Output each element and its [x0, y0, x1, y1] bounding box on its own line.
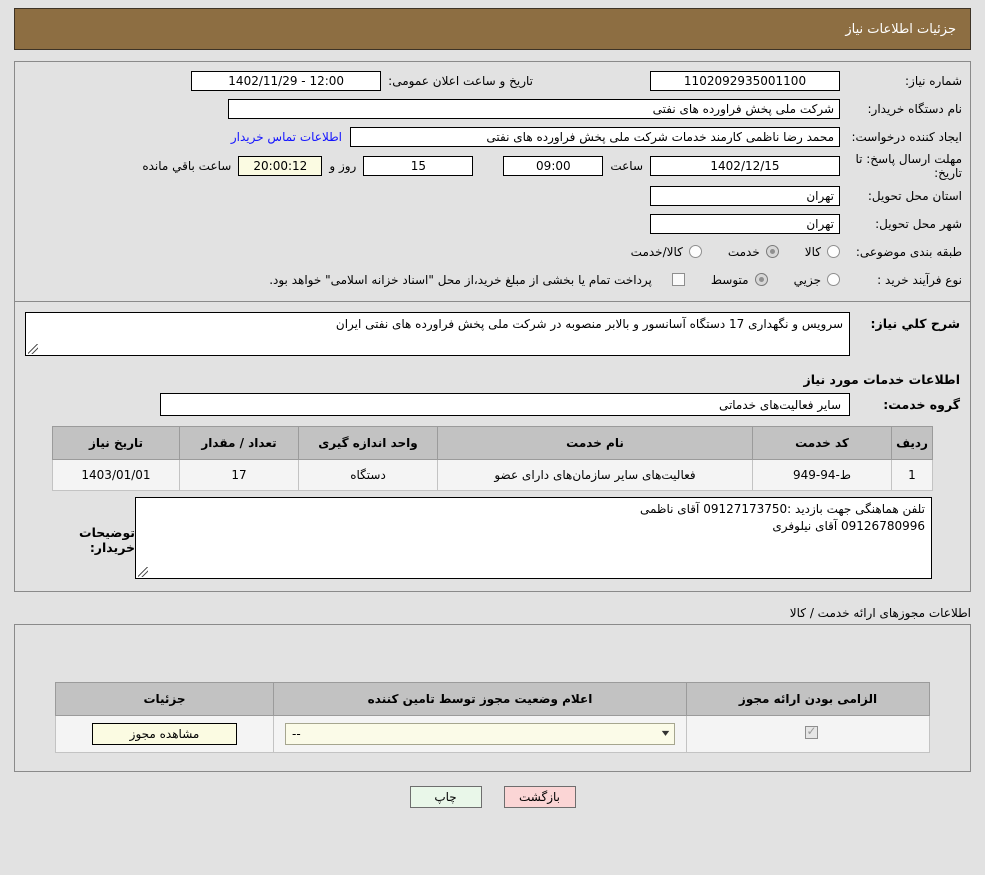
- table-row: 1 ط-94-949 فعالیت‌های سایر سازمان‌های دا…: [52, 459, 933, 491]
- permits-section-title: اطلاعات مجوزهای ارائه خدمت / کالا: [789, 606, 971, 620]
- cell-need-date: 1403/01/01: [52, 459, 180, 491]
- services-section-title: اطلاعات خدمات مورد نیاز: [803, 372, 961, 387]
- countdown-label: ساعت باقي مانده: [142, 159, 232, 173]
- col-row-no: ردیف: [891, 426, 933, 460]
- service-group-field[interactable]: سایر فعالیت‌های خدماتی: [160, 393, 850, 416]
- permit-status-select[interactable]: ▾ --: [285, 723, 675, 745]
- buyer-notes-row: توضیحات خریدار: تلفن هماهنگی جهت بازدید …: [25, 497, 960, 579]
- col-service-name: نام خدمت: [437, 426, 753, 460]
- need-info-panel: شماره نیاز: 1102092935001100 تاریخ و ساع…: [14, 61, 971, 302]
- cell-unit: دستگاه: [298, 459, 438, 491]
- items-table-header-row: ردیف کد خدمت نام خدمت واحد اندازه گیری ت…: [52, 426, 933, 460]
- col-permit-required: الزامی بودن ارائه مجوز: [686, 682, 930, 716]
- subject-category-radio-group: کالا خدمت کالا/خدمت: [605, 245, 840, 259]
- request-creator-field[interactable]: محمد رضا ناظمی کارمند خدمات شرکت ملی پخش…: [350, 126, 840, 147]
- radio-label-motevaset: متوسط: [710, 272, 749, 287]
- permits-panel: الزامی بودن ارائه مجوز اعلام وضعیت مجوز …: [14, 624, 971, 772]
- deadline-time-field[interactable]: 09:00: [503, 156, 604, 176]
- delivery-city-field[interactable]: تهران: [650, 213, 840, 234]
- remaining-days-field: 15: [363, 156, 474, 176]
- buyer-org-label: نام دستگاه خریدار:: [867, 101, 963, 116]
- permits-table-row: ▾ -- مشاهده مجوز: [55, 715, 930, 753]
- view-permit-button[interactable]: مشاهده مجوز: [92, 723, 237, 745]
- request-creator-label: ایجاد کننده درخواست:: [851, 129, 962, 144]
- col-permit-status: اعلام وضعیت مجوز توسط تامین کننده: [273, 682, 687, 716]
- radio-circle-motevaset[interactable]: [754, 273, 768, 286]
- radio-circle-jozee[interactable]: [827, 273, 840, 286]
- buyer-notes-label: توضیحات خریدار:: [79, 525, 135, 555]
- back-button[interactable]: بازگشت: [503, 786, 576, 808]
- delivery-province-field[interactable]: تهران: [650, 185, 840, 206]
- remaining-days-label: روز و: [329, 159, 357, 173]
- col-permit-details: جزئیات: [55, 682, 274, 716]
- radio-option-jozee[interactable]: جزیي: [794, 273, 840, 287]
- deadline-date-field[interactable]: 1402/12/15: [650, 156, 840, 176]
- radio-option-motevaset[interactable]: متوسط: [711, 273, 768, 287]
- col-need-date: تاریخ نیاز: [52, 426, 180, 460]
- row-buyer-org: نام دستگاه خریدار: شرکت ملی پخش فراورده …: [23, 96, 962, 121]
- page-title: جزئیات اطلاعات نیاز: [14, 8, 971, 50]
- description-label: شرح کلي نیاز:: [870, 316, 960, 331]
- purchase-process-radio-group: جزیي متوسط پرداخت تمام یا بخشی از مبلغ خ…: [269, 273, 840, 287]
- delivery-province-label: استان محل تحویل:: [867, 188, 962, 203]
- radio-circle-kala[interactable]: [827, 245, 840, 258]
- footer-actions: بازگشت چاپ: [0, 786, 985, 808]
- row-delivery-province: استان محل تحویل: تهران: [23, 183, 962, 208]
- description-textarea[interactable]: سرویس و نگهداری 17 دستگاه آسانسور و بالا…: [25, 312, 850, 356]
- public-announcement-label: تاریخ و ساعت اعلان عمومی:: [388, 73, 533, 88]
- delivery-city-label: شهر محل تحویل:: [875, 216, 962, 231]
- cell-permit-required: [686, 715, 930, 753]
- countdown-timer: 20:00:12: [238, 156, 323, 176]
- description-row: شرح کلي نیاز: سرویس و نگهداری 17 دستگاه …: [25, 312, 960, 356]
- need-number-label: شماره نیاز:: [905, 73, 962, 88]
- buyer-contact-link[interactable]: اطلاعات تماس خریدار: [223, 130, 350, 144]
- treasury-checkbox-item[interactable]: [666, 273, 685, 286]
- header-region: جزئیات اطلاعات نیاز: [0, 0, 985, 50]
- permit-required-checkbox: [804, 724, 818, 739]
- print-button[interactable]: چاپ: [409, 786, 482, 808]
- radio-circle-khedmat[interactable]: [765, 245, 779, 258]
- radio-label-jozee: جزیي: [793, 272, 821, 287]
- row-delivery-city: شهر محل تحویل: تهران: [23, 211, 962, 236]
- buyer-notes-textarea[interactable]: تلفن هماهنگی جهت بازدید :09127173750 آقا…: [135, 497, 932, 579]
- row-subject-category: طبقه بندی موضوعی: کالا خدمت کالا/خدمت: [23, 239, 962, 264]
- cell-permit-details: مشاهده مجوز: [55, 715, 274, 753]
- col-unit: واحد اندازه گیری: [298, 426, 438, 460]
- radio-option-kala-khedmat[interactable]: کالا/خدمت: [631, 245, 702, 259]
- row-purchase-process: نوع فرآیند خرید : جزیي متوسط پرداخت تمام…: [23, 267, 962, 292]
- permits-table: الزامی بودن ارائه مجوز اعلام وضعیت مجوز …: [55, 682, 930, 753]
- public-announcement-field[interactable]: 12:00 - 1402/11/29: [191, 70, 382, 91]
- row-need-number: شماره نیاز: 1102092935001100 تاریخ و ساع…: [23, 68, 962, 93]
- radio-circle-kala-khedmat[interactable]: [688, 245, 702, 258]
- service-group-label: گروه خدمت:: [883, 397, 960, 412]
- permit-status-value: --: [292, 726, 301, 741]
- radio-option-kala[interactable]: کالا: [805, 245, 840, 259]
- buyer-org-field[interactable]: شرکت ملی پخش فراورده های نفتی: [228, 98, 840, 119]
- cell-permit-status: ▾ --: [273, 715, 687, 753]
- cell-row-no: 1: [891, 459, 933, 491]
- radio-option-khedmat[interactable]: خدمت: [728, 245, 779, 259]
- purchase-process-label: نوع فرآیند خرید :: [877, 272, 962, 287]
- treasury-checkbox[interactable]: [671, 273, 685, 286]
- service-group-row: گروه خدمت: سایر فعالیت‌های خدماتی: [25, 393, 960, 416]
- col-quantity: تعداد / مقدار: [179, 426, 299, 460]
- cell-service-name: فعالیت‌های سایر سازمان‌های دارای عضو: [437, 459, 753, 491]
- cell-service-code: ط-94-949: [752, 459, 892, 491]
- row-request-creator: ایجاد کننده درخواست: محمد رضا ناظمی کارم…: [23, 124, 962, 149]
- items-table: ردیف کد خدمت نام خدمت واحد اندازه گیری ت…: [52, 426, 933, 491]
- need-number-field[interactable]: 1102092935001100: [650, 70, 840, 91]
- chevron-down-icon: ▾: [661, 728, 670, 739]
- deadline-time-label: ساعت: [610, 159, 643, 173]
- deadline-label: مهلت ارسال پاسخ: تا تاریخ:: [855, 152, 962, 180]
- col-service-code: کد خدمت: [752, 426, 892, 460]
- cell-quantity: 17: [179, 459, 299, 491]
- subject-category-label: طبقه بندی موضوعی:: [855, 244, 962, 259]
- radio-label-khedmat: خدمت: [727, 244, 760, 259]
- permits-header-row: الزامی بودن ارائه مجوز اعلام وضعیت مجوز …: [55, 682, 930, 716]
- row-deadline: مهلت ارسال پاسخ: تا تاریخ: 1402/12/15 سا…: [23, 152, 962, 180]
- treasury-note: پرداخت تمام یا بخشی از مبلغ خرید،از محل …: [269, 272, 652, 287]
- need-description-section: شرح کلي نیاز: سرویس و نگهداری 17 دستگاه …: [14, 302, 971, 592]
- radio-label-kala: کالا: [804, 244, 821, 259]
- radio-label-kala-khedmat: کالا/خدمت: [630, 244, 683, 259]
